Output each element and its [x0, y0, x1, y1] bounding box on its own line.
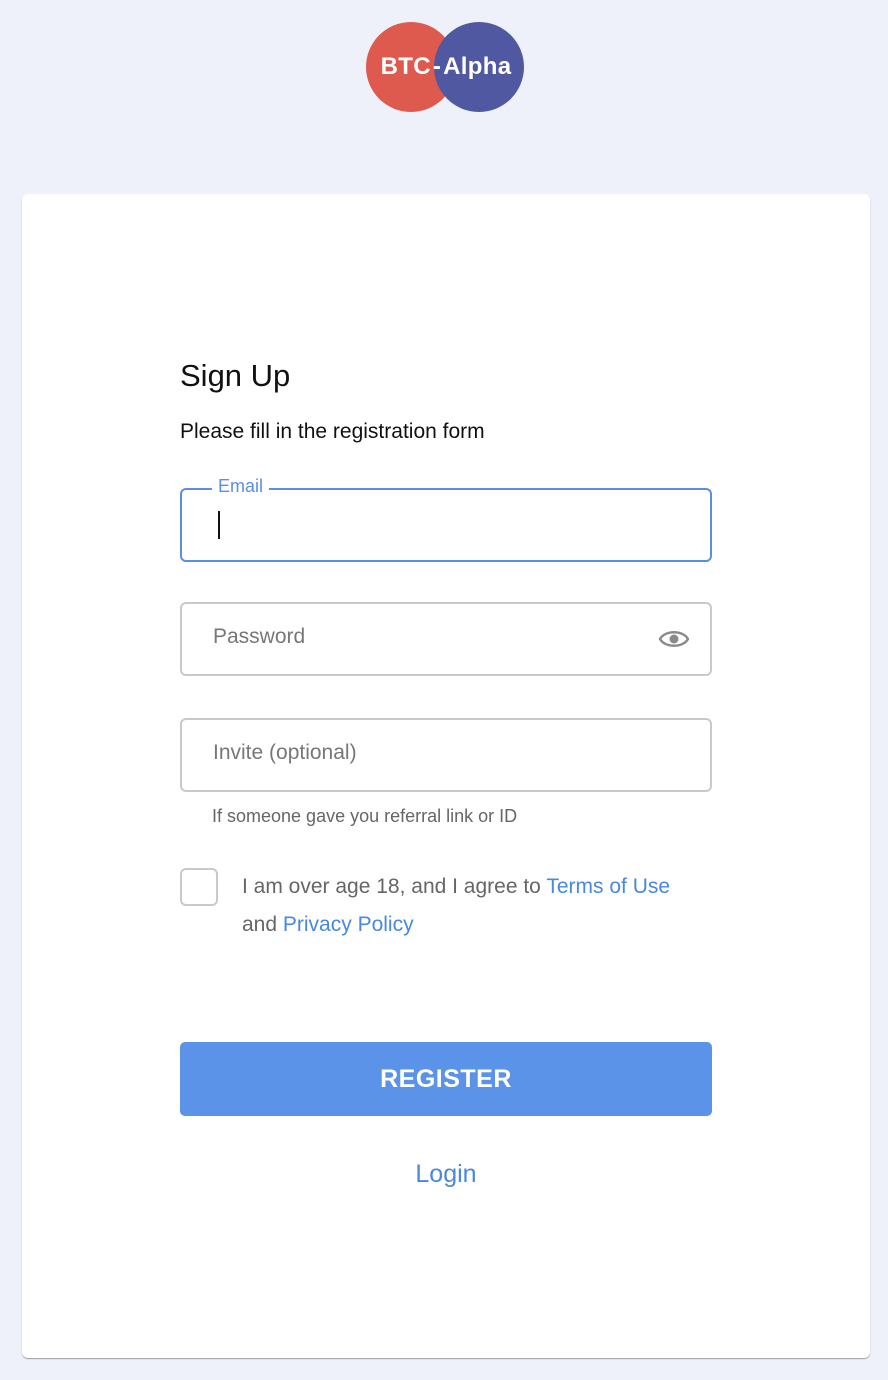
password-field[interactable]: Password: [180, 602, 712, 676]
email-label: Email: [212, 476, 270, 497]
logo-text: BTC - Alpha: [366, 22, 526, 112]
text-cursor: [218, 511, 220, 539]
invite-helper-text: If someone gave you referral link or ID: [212, 806, 518, 826]
invite-field[interactable]: Invite (optional): [180, 718, 712, 792]
btc-alpha-logo[interactable]: BTC - Alpha: [366, 22, 526, 112]
logo-text-alpha: Alpha: [443, 53, 512, 80]
agreement-text: I am over age 18, and I agree to Terms o…: [242, 868, 712, 944]
agreement-text-and: and: [242, 913, 278, 936]
password-placeholder: Password: [213, 625, 306, 648]
signup-card: Sign Up Please fill in the registration …: [22, 194, 870, 1358]
page-title: Sign Up: [180, 358, 291, 393]
email-field[interactable]: Email: [180, 476, 712, 562]
page: BTC - Alpha Sign Up Please fill in the r…: [0, 0, 888, 1380]
terms-of-use-link[interactable]: Terms of Use: [546, 875, 670, 898]
agreement-text-start: I am over age 18, and I agree to: [242, 875, 541, 898]
logo-text-btc: BTC: [380, 53, 431, 80]
invite-placeholder: Invite (optional): [213, 741, 357, 764]
form-subtitle: Please fill in the registration form: [180, 420, 485, 443]
logo-text-separator: -: [432, 53, 442, 80]
register-button[interactable]: REGISTER: [180, 1042, 712, 1116]
login-link[interactable]: Login: [180, 1160, 712, 1189]
age-terms-checkbox[interactable]: [180, 868, 218, 906]
privacy-policy-link[interactable]: Privacy Policy: [283, 913, 414, 936]
eye-icon[interactable]: [658, 626, 690, 652]
